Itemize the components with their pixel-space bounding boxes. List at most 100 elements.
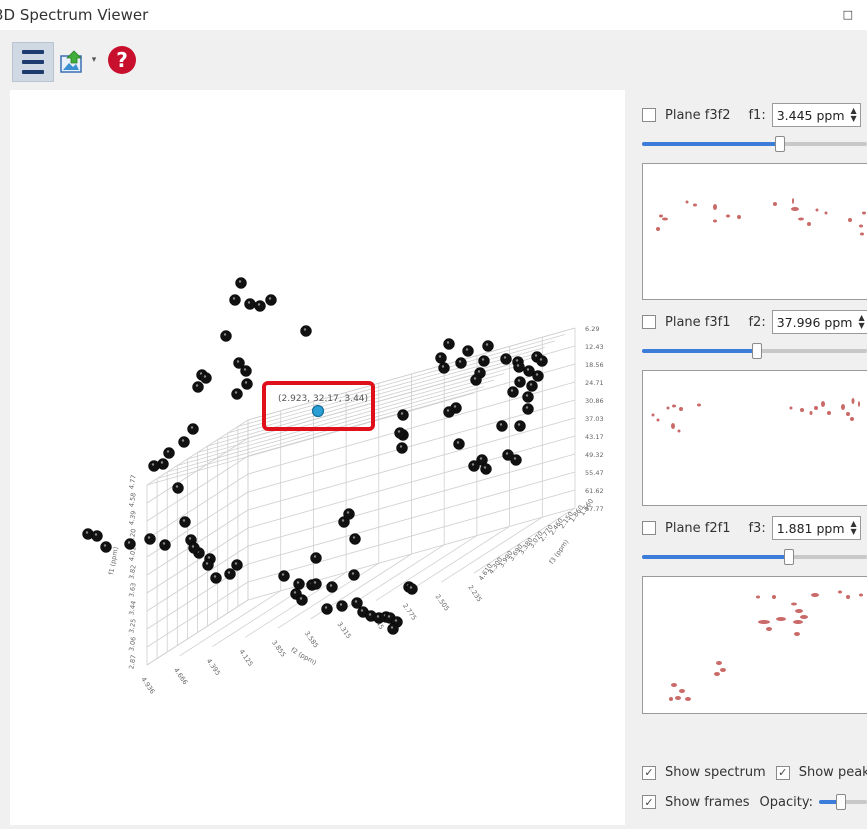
peak-marker[interactable] — [443, 338, 455, 350]
peak-marker[interactable] — [187, 423, 199, 435]
show-spectrum-checkbox[interactable]: ✓ — [642, 765, 656, 780]
peak-marker[interactable] — [478, 355, 490, 367]
peak-markers[interactable] — [82, 277, 548, 635]
peak-marker[interactable] — [532, 370, 544, 382]
peak-marker[interactable] — [241, 378, 253, 390]
peak-marker[interactable] — [192, 381, 204, 393]
peak-marker[interactable] — [480, 463, 492, 475]
peak-marker[interactable] — [522, 403, 534, 415]
peak-marker[interactable] — [468, 460, 480, 472]
peak-marker[interactable] — [278, 570, 290, 582]
peak-marker[interactable] — [163, 447, 175, 459]
peak-marker[interactable] — [336, 600, 348, 612]
peak-marker[interactable] — [496, 420, 508, 432]
peak-marker[interactable] — [387, 623, 399, 635]
f1-slider-handle[interactable] — [775, 136, 786, 152]
spin-down-icon[interactable]: ▼ — [851, 115, 857, 123]
peak-marker[interactable] — [124, 538, 136, 550]
peak-marker[interactable] — [349, 533, 361, 545]
peak-marker[interactable] — [202, 559, 214, 571]
3d-plot-canvas[interactable]: 6.29 12.43 18.56 24.71 30.86 37.03 43.17 49.32 5… — [10, 90, 625, 825]
axis-ticks: 6.29 12.43 18.56 24.71 30.86 37.03 43.17 49.32 5… — [107, 325, 604, 695]
plane-f2f1-checkbox[interactable] — [642, 521, 656, 535]
f3-value-spinbox[interactable]: 1.881 ppm ▲ ▼ — [771, 516, 861, 540]
peak-marker[interactable] — [100, 541, 112, 553]
peak-marker[interactable] — [348, 569, 360, 581]
peak-marker[interactable] — [200, 372, 212, 384]
peak-marker[interactable] — [296, 594, 308, 606]
f2-slider[interactable] — [642, 343, 867, 359]
peak-marker[interactable] — [229, 294, 241, 306]
peak-marker[interactable] — [455, 357, 467, 369]
peak-marker[interactable] — [536, 355, 548, 367]
peak-marker[interactable] — [510, 454, 522, 466]
spectrum-peak-blob — [666, 406, 670, 410]
hamburger-menu-icon[interactable] — [12, 42, 54, 82]
peak-marker[interactable] — [438, 362, 450, 374]
peak-marker[interactable] — [470, 374, 482, 386]
peak-marker[interactable] — [144, 533, 156, 545]
peak-marker[interactable] — [522, 391, 534, 403]
peak-marker[interactable] — [235, 277, 247, 289]
peak-marker[interactable] — [453, 438, 465, 450]
peak-marker[interactable] — [321, 603, 333, 615]
peak-marker[interactable] — [397, 409, 409, 421]
peak-marker[interactable] — [265, 294, 277, 306]
peak-marker[interactable] — [396, 442, 408, 454]
peak-marker[interactable] — [159, 539, 171, 551]
peak-marker[interactable] — [482, 340, 494, 352]
peak-marker[interactable] — [179, 516, 191, 528]
spin-down-icon[interactable]: ▼ — [851, 528, 857, 536]
peak-marker[interactable] — [210, 572, 222, 584]
restore-window-icon[interactable]: □ — [843, 8, 853, 21]
peak-marker[interactable] — [435, 352, 447, 364]
peak-marker[interactable] — [326, 581, 338, 593]
peak-marker[interactable] — [526, 380, 538, 392]
peak-marker[interactable] — [178, 436, 190, 448]
peak-marker[interactable] — [394, 427, 406, 439]
peak-marker[interactable] — [188, 542, 200, 554]
peak-marker[interactable] — [220, 330, 232, 342]
peak-marker[interactable] — [148, 460, 160, 472]
peak-marker[interactable] — [231, 388, 243, 400]
spin-down-icon[interactable]: ▼ — [858, 322, 864, 330]
opacity-slider-handle[interactable] — [836, 794, 847, 810]
peak-marker[interactable] — [462, 345, 474, 357]
peak-marker[interactable] — [310, 578, 322, 590]
peak-marker[interactable] — [406, 583, 418, 595]
show-peaks-checkbox[interactable]: ✓ — [775, 765, 790, 780]
export-image-icon[interactable] — [58, 48, 88, 76]
f1-value-spinbox[interactable]: 3.445 ppm ▲ ▼ — [771, 103, 861, 127]
f1-slider[interactable] — [642, 136, 867, 152]
peak-marker[interactable] — [500, 353, 512, 365]
peak-marker[interactable] — [514, 376, 526, 388]
3d-spectrum-plot[interactable]: 6.29 12.43 18.56 24.71 30.86 37.03 43.17 49.32 5… — [10, 90, 625, 825]
peak-marker[interactable] — [513, 361, 525, 373]
peak-marker[interactable] — [300, 325, 312, 337]
f3-slider[interactable] — [642, 549, 867, 565]
f2-value-spinbox[interactable]: 37.996 ppm ▲ ▼ — [771, 310, 867, 334]
peak-marker[interactable] — [507, 386, 519, 398]
help-question-icon[interactable]: ? — [108, 46, 136, 74]
opacity-slider[interactable] — [818, 794, 867, 810]
peak-marker[interactable] — [231, 559, 243, 571]
selected-peak-point[interactable] — [311, 404, 325, 418]
peak-marker[interactable] — [91, 530, 103, 542]
f3-slider-handle[interactable] — [783, 549, 794, 565]
peak-marker[interactable] — [514, 420, 526, 432]
show-frames-checkbox[interactable]: ✓ — [642, 795, 656, 809]
peak-marker[interactable] — [240, 365, 252, 377]
plane-f3f2-checkbox[interactable] — [642, 108, 656, 122]
f2-slider-handle[interactable] — [751, 343, 762, 359]
peak-marker[interactable] — [172, 482, 184, 494]
peak-marker[interactable] — [244, 298, 256, 310]
peak-marker[interactable] — [293, 578, 305, 590]
peak-marker[interactable] — [224, 568, 236, 580]
peak-marker[interactable] — [343, 508, 355, 520]
peak-marker[interactable] — [443, 406, 455, 418]
plane-f3f1-checkbox[interactable] — [642, 315, 656, 329]
peak-marker[interactable] — [310, 552, 322, 564]
dropdown-arrow-icon[interactable]: ▾ — [90, 55, 98, 65]
spectrum-peak-blob — [800, 615, 808, 619]
peak-marker[interactable] — [254, 300, 266, 312]
